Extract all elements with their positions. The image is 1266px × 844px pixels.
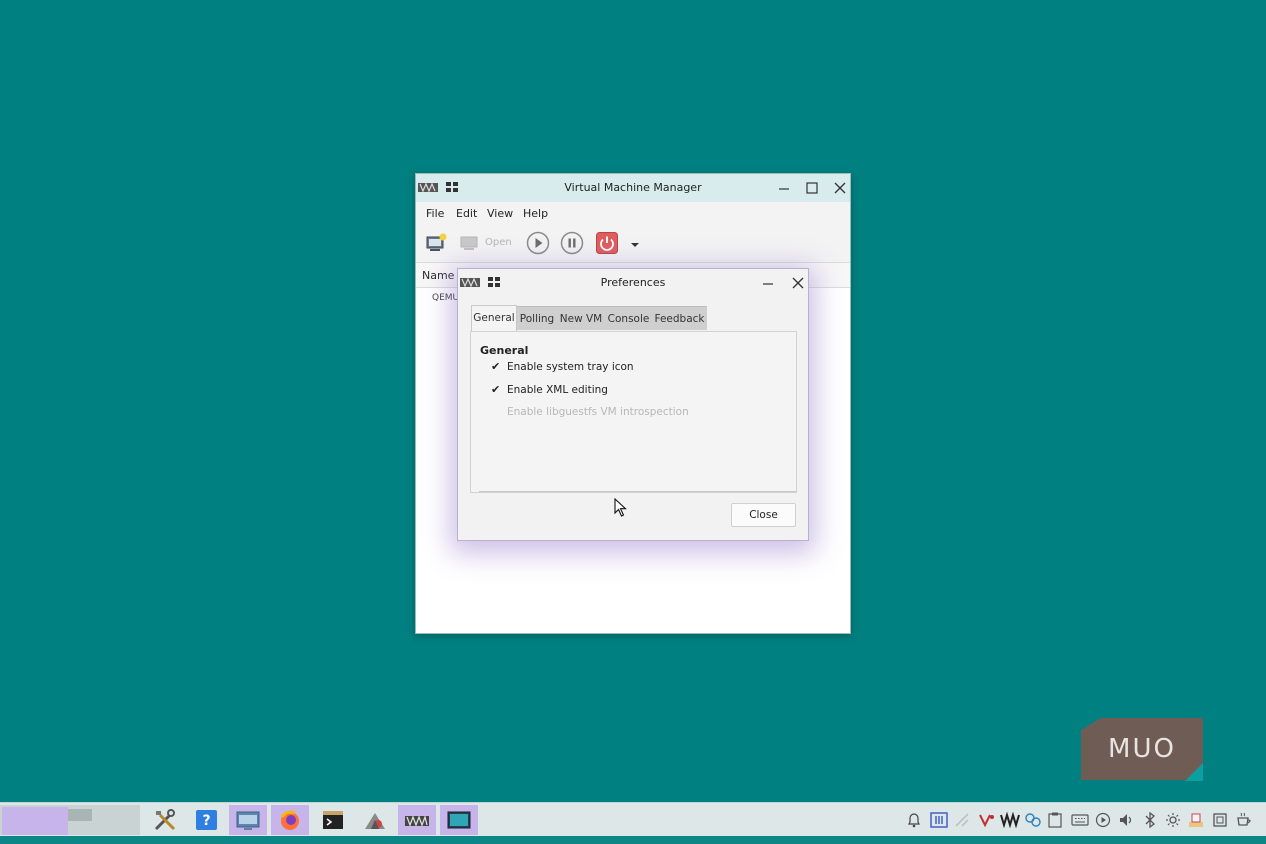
virt-manager-icon — [405, 814, 429, 827]
taskbar-bottom-edge — [0, 836, 1266, 844]
active-window-icon — [447, 811, 471, 829]
screenshot-icon[interactable] — [1212, 812, 1228, 831]
new-vm-button[interactable] — [426, 233, 448, 256]
main-titlebar[interactable]: Virtual Machine Manager — [416, 174, 850, 203]
terminal-icon — [323, 811, 343, 829]
taskbar-active-window[interactable] — [440, 805, 478, 835]
volume-icon[interactable] — [1118, 812, 1136, 831]
keyboard-icon[interactable] — [1071, 812, 1089, 831]
shutdown-button[interactable] — [596, 232, 618, 257]
option-libguestfs: Enable libguestfs VM introspection — [491, 406, 689, 418]
tab-polling[interactable]: Polling — [517, 306, 557, 330]
taskbar-firefox[interactable] — [271, 805, 309, 835]
desktop-2-window-preview — [68, 809, 92, 821]
minimize-button[interactable] — [758, 273, 778, 293]
new-vm-icon — [426, 233, 447, 251]
brightness-icon[interactable] — [1165, 812, 1181, 831]
general-tab-panel: General ✔ Enable system tray icon ✔ Enable… — [470, 331, 797, 493]
mouse-pointer-icon — [614, 497, 628, 521]
help-icon: ? — [196, 810, 217, 830]
vm-icon[interactable] — [1000, 811, 1020, 831]
menu-file[interactable]: File — [426, 207, 444, 220]
tab-feedback[interactable]: Feedback — [652, 306, 707, 330]
desktop-1[interactable] — [2, 807, 68, 835]
taskbar-virt-manager[interactable] — [398, 805, 436, 835]
taskbar: ? — [0, 802, 1266, 837]
panel-divider — [479, 491, 796, 492]
play-icon — [526, 231, 550, 255]
close-dialog-button[interactable] — [788, 273, 808, 293]
option-system-tray[interactable]: ✔ Enable system tray icon — [491, 360, 634, 373]
clipboard-icon[interactable] — [1048, 812, 1062, 831]
menu-edit[interactable]: Edit — [456, 207, 477, 220]
option-libguestfs-label: Enable libguestfs VM introspection — [507, 406, 689, 418]
installer-icon — [365, 813, 385, 829]
svg-text:?: ? — [202, 813, 210, 829]
vm-list-row-qemu[interactable]: QEMU — [432, 293, 459, 303]
preferences-dialog: Preferences General Polling New VM Conso… — [457, 268, 809, 541]
desktop-pager[interactable] — [0, 805, 140, 835]
preferences-title: Preferences — [600, 276, 666, 289]
option-xml-editing-label: Enable XML editing — [507, 384, 608, 396]
tab-console[interactable]: Console — [605, 306, 652, 330]
vivaldi-icon[interactable] — [978, 812, 996, 831]
run-button[interactable] — [526, 231, 550, 258]
menu-view[interactable]: View — [487, 207, 513, 220]
menubar: File Edit View Help — [416, 202, 850, 224]
power-icon — [596, 232, 618, 254]
open-console-icon — [460, 235, 480, 254]
close-window-button[interactable] — [830, 178, 850, 198]
pause-icon — [560, 231, 584, 255]
preferences-titlebar[interactable]: Preferences — [458, 269, 808, 297]
toolbar: Open — [416, 224, 850, 263]
bell-icon[interactable] — [906, 812, 922, 831]
settings-icon[interactable] — [1024, 812, 1042, 831]
media-icon[interactable] — [1095, 812, 1111, 831]
checkmark-icon[interactable]: ✔ — [491, 383, 503, 396]
bluetooth-icon[interactable] — [1142, 811, 1158, 831]
tab-general[interactable]: General — [471, 305, 517, 331]
menu-help[interactable]: Help — [523, 207, 548, 220]
section-title-general: General — [480, 344, 529, 357]
caffeine-icon[interactable] — [1236, 812, 1254, 831]
taskbar-terminal[interactable] — [314, 805, 352, 835]
muo-watermark-logo: MUO — [1081, 718, 1203, 780]
keyboard-layout-icon[interactable] — [930, 812, 948, 831]
minimize-button[interactable] — [774, 178, 794, 198]
tab-new-vm[interactable]: New VM — [557, 306, 605, 330]
network-icon[interactable] — [954, 812, 970, 831]
taskbar-help[interactable]: ? — [188, 805, 226, 835]
taskbar-window-list[interactable] — [229, 805, 267, 835]
firefox-icon — [280, 810, 299, 830]
checkmark-icon[interactable]: ✔ — [491, 360, 503, 373]
taskbar-installer[interactable] — [356, 805, 394, 835]
notes-icon[interactable] — [1188, 812, 1204, 831]
pause-button[interactable] — [560, 231, 584, 258]
option-system-tray-label: Enable system tray icon — [507, 361, 634, 373]
option-xml-editing[interactable]: ✔ Enable XML editing — [491, 383, 608, 396]
open-button[interactable]: Open — [485, 237, 512, 248]
column-name-header[interactable]: Name — [422, 269, 454, 282]
tools-icon — [154, 809, 176, 831]
close-button[interactable]: Close — [731, 503, 796, 527]
shutdown-menu-chevron-down-icon[interactable] — [630, 239, 640, 252]
taskbar-tools[interactable] — [146, 805, 184, 835]
window-list-icon — [236, 811, 260, 830]
maximize-button[interactable] — [802, 178, 822, 198]
